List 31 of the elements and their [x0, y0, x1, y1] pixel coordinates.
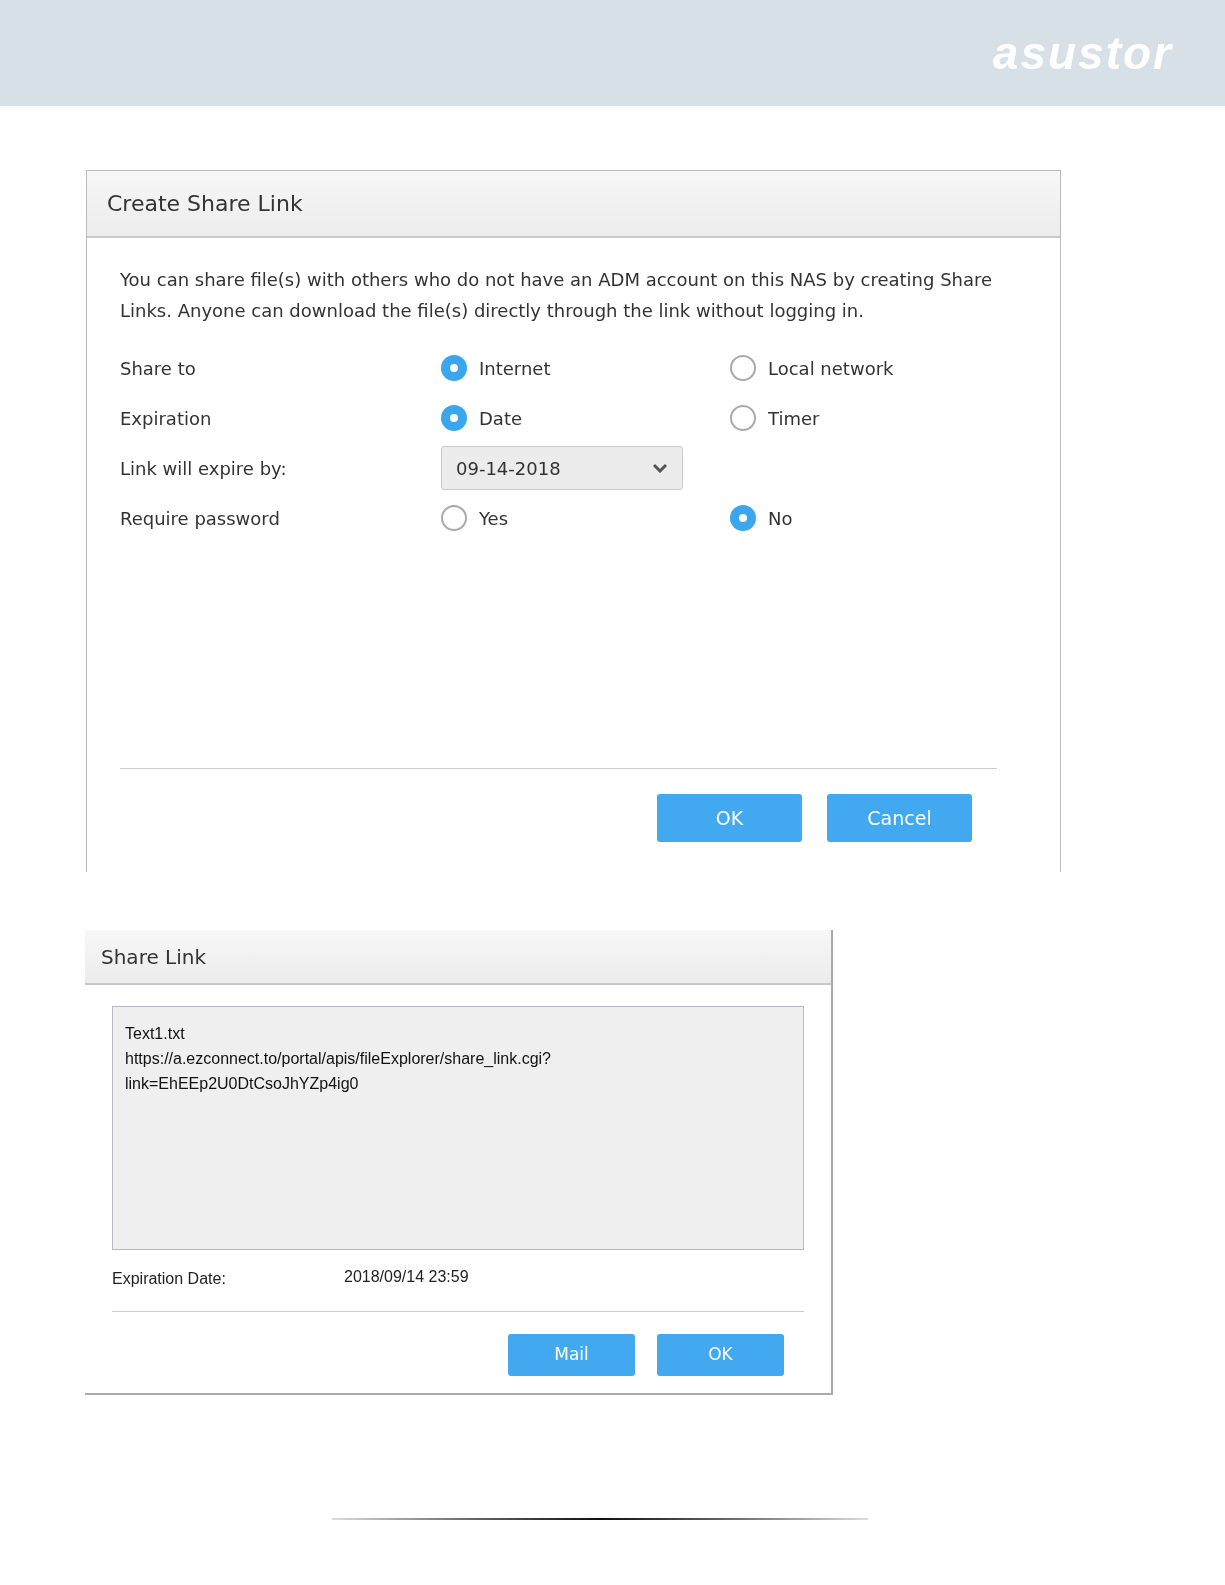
option-label: Timer [768, 406, 820, 431]
dialog-button[interactable]: Mail [508, 1334, 635, 1376]
option-label: Internet [479, 356, 551, 381]
option-label: No [768, 506, 793, 531]
radio-button[interactable] [730, 355, 756, 381]
link-text-area[interactable]: Text1.txt https://a.ezconnect.to/portal/apis/fileExplorer/share_link.cgi? link=EhEEp2U0DtCsoJhYZp4ig0 [112, 1006, 804, 1250]
radio-button[interactable] [441, 405, 467, 431]
field-label: Link will expire by: [120, 456, 288, 481]
description-text: You can share file(s) with others who do not have an ADM account on this NAS by creating Share Links. Anyone can download the file(s) directly through the link without logging in. [120, 268, 994, 323]
chevron-down-icon [652, 463, 668, 473]
field-label: Require password [120, 506, 281, 531]
dialog-button[interactable]: Cancel [827, 794, 972, 842]
radio-button[interactable] [730, 505, 756, 531]
expiration-label: Expiration Date: [112, 1269, 227, 1289]
link-text-line: link=EhEEp2U0DtCsoJhYZp4ig0 [125, 1074, 360, 1094]
radio-button[interactable] [730, 405, 756, 431]
option-label: Date [479, 406, 523, 431]
dialog-button[interactable]: OK [657, 794, 802, 842]
radio-button[interactable] [441, 355, 467, 381]
dialog-title: Share Link [101, 943, 207, 971]
link-text-line: Text1.txt [125, 1024, 186, 1044]
option-label: Local network [768, 356, 894, 381]
dialog-button[interactable]: OK [657, 1334, 784, 1376]
radio-button[interactable] [441, 505, 467, 531]
expiration-value: 2018/09/14 23:59 [344, 1267, 469, 1287]
field-label: Expiration [120, 406, 213, 431]
option-label: Yes [479, 506, 509, 531]
link-text-line: https://a.ezconnect.to/portal/apis/fileExplorer/share_link.cgi? [125, 1049, 552, 1069]
date-dropdown[interactable]: 09-14-2018 [441, 446, 683, 490]
dialog-title: Create Share Link [107, 190, 303, 218]
field-label: Share to [120, 356, 197, 381]
